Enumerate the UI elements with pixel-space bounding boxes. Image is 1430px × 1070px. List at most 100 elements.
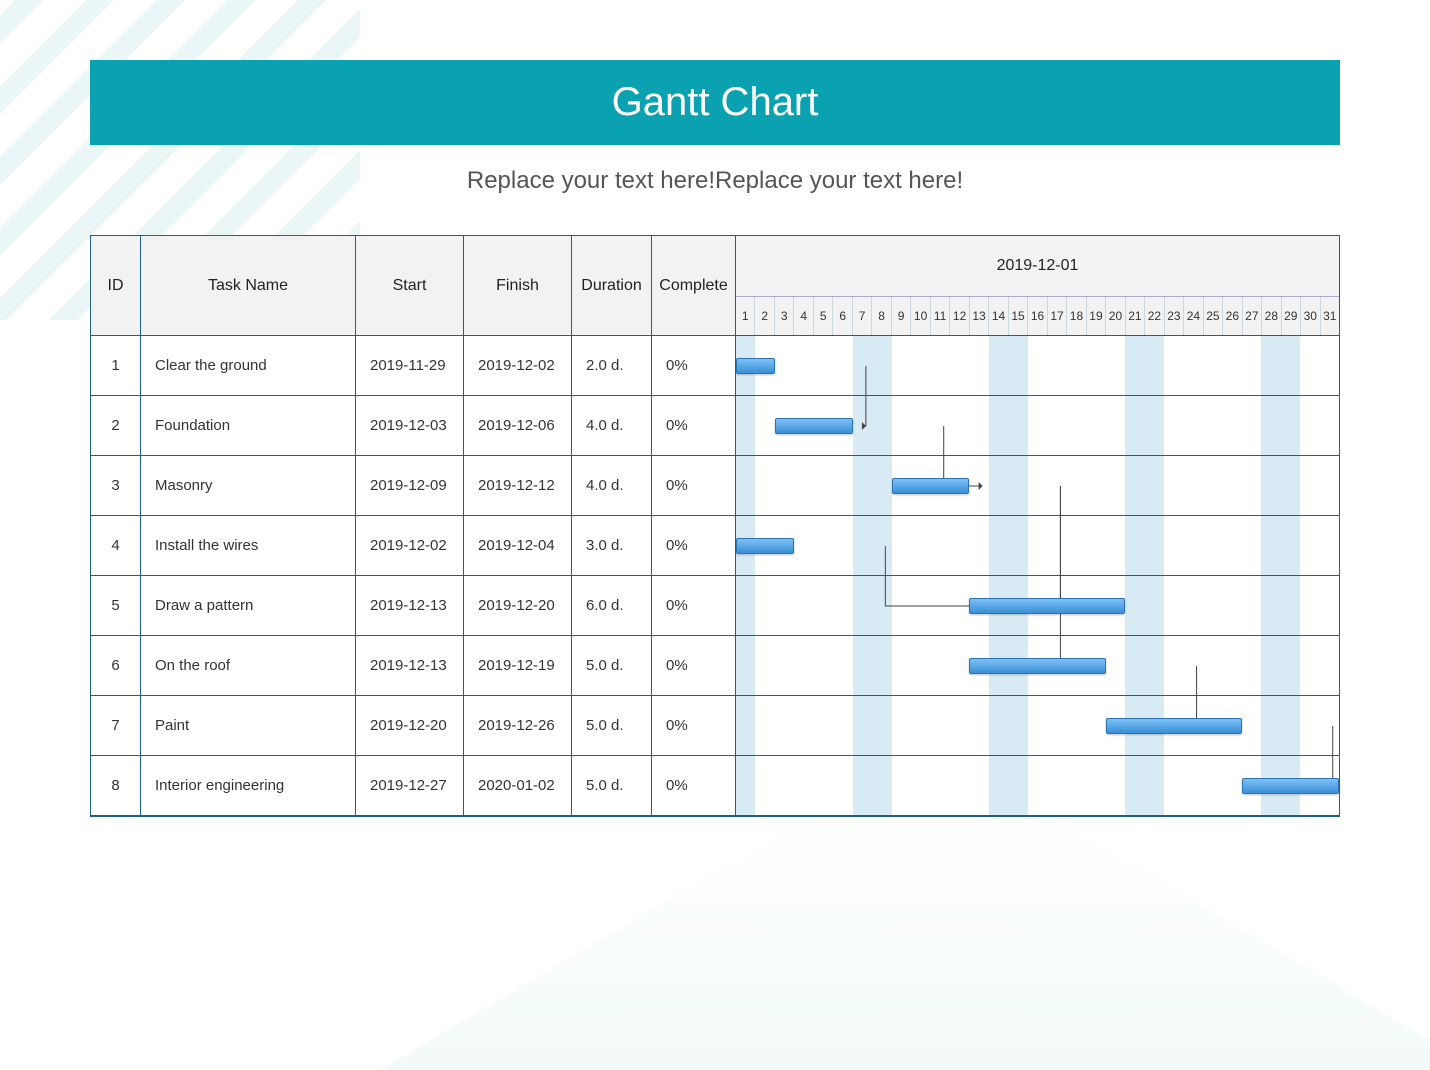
- timeline-day: 7: [852, 297, 871, 335]
- task-row: 4Install the wires2019-12-022019-12-043.…: [91, 516, 1339, 576]
- cell-finish: 2019-12-19: [464, 636, 572, 696]
- cell-task-name: Paint: [141, 696, 356, 756]
- timeline-day: 31: [1320, 297, 1339, 335]
- timeline-day: 18: [1066, 297, 1085, 335]
- gantt-bar[interactable]: [892, 478, 970, 494]
- cell-finish: 2019-12-20: [464, 576, 572, 636]
- header-task: Task Name: [141, 236, 356, 336]
- cell-start: 2019-12-02: [356, 516, 464, 576]
- cell-task-name: Install the wires: [141, 516, 356, 576]
- cell-start: 2019-12-09: [356, 456, 464, 516]
- cell-gantt: [736, 756, 1339, 816]
- task-row: 2Foundation2019-12-032019-12-064.0 d.0%: [91, 396, 1339, 456]
- timeline-day: 5: [813, 297, 832, 335]
- cell-id: 8: [91, 756, 141, 816]
- timeline-day: 1: [736, 297, 754, 335]
- timeline-day: 14: [988, 297, 1007, 335]
- cell-task-name: On the roof: [141, 636, 356, 696]
- cell-complete: 0%: [652, 576, 736, 636]
- timeline-day: 23: [1164, 297, 1183, 335]
- cell-task-name: Foundation: [141, 396, 356, 456]
- cell-complete: 0%: [652, 756, 736, 816]
- gantt-bar[interactable]: [1106, 718, 1242, 734]
- gantt-bar[interactable]: [775, 418, 853, 434]
- timeline-day: 17: [1047, 297, 1066, 335]
- timeline-day: 24: [1183, 297, 1202, 335]
- timeline-day: 19: [1086, 297, 1105, 335]
- cell-start: 2019-12-27: [356, 756, 464, 816]
- cell-gantt: [736, 636, 1339, 696]
- timeline-day: 10: [910, 297, 929, 335]
- task-row: 5Draw a pattern2019-12-132019-12-206.0 d…: [91, 576, 1339, 636]
- cell-duration: 4.0 d.: [572, 396, 652, 456]
- cell-start: 2019-12-13: [356, 576, 464, 636]
- cell-start: 2019-12-13: [356, 636, 464, 696]
- timeline-day: 9: [891, 297, 910, 335]
- gantt-bar[interactable]: [736, 358, 775, 374]
- cell-id: 1: [91, 336, 141, 396]
- task-row: 7Paint2019-12-202019-12-265.0 d.0%: [91, 696, 1339, 756]
- timeline-day: 2: [754, 297, 773, 335]
- gantt-bar[interactable]: [969, 658, 1105, 674]
- timeline-day: 28: [1261, 297, 1280, 335]
- cell-duration: 3.0 d.: [572, 516, 652, 576]
- cell-gantt: [736, 516, 1339, 576]
- timeline-day: 27: [1242, 297, 1261, 335]
- cell-id: 3: [91, 456, 141, 516]
- cell-id: 6: [91, 636, 141, 696]
- timeline-day: 3: [774, 297, 793, 335]
- timeline-day: 16: [1027, 297, 1046, 335]
- header-finish: Finish: [464, 236, 572, 336]
- cell-task-name: Interior engineering: [141, 756, 356, 816]
- timeline-day: 11: [930, 297, 949, 335]
- cell-finish: 2019-12-02: [464, 336, 572, 396]
- cell-duration: 2.0 d.: [572, 336, 652, 396]
- gantt-bar[interactable]: [969, 598, 1125, 614]
- title-bar: Gantt Chart: [90, 60, 1340, 145]
- task-row: 6On the roof2019-12-132019-12-195.0 d.0%: [91, 636, 1339, 696]
- timeline-month-label: 2019-12-01: [736, 236, 1339, 297]
- gantt-bar[interactable]: [1242, 778, 1339, 794]
- subtitle: Replace your text here!Replace your text…: [90, 167, 1340, 195]
- cell-complete: 0%: [652, 396, 736, 456]
- gantt-chart: ID Task Name Start Finish Duration Compl…: [90, 235, 1340, 817]
- cell-id: 4: [91, 516, 141, 576]
- timeline-day: 4: [793, 297, 812, 335]
- cell-duration: 4.0 d.: [572, 456, 652, 516]
- gantt-bar[interactable]: [736, 538, 794, 554]
- cell-duration: 6.0 d.: [572, 576, 652, 636]
- cell-id: 7: [91, 696, 141, 756]
- cell-task-name: Masonry: [141, 456, 356, 516]
- task-row: 8Interior engineering2019-12-272020-01-0…: [91, 756, 1339, 816]
- cell-finish: 2019-12-26: [464, 696, 572, 756]
- header-duration: Duration: [572, 236, 652, 336]
- cell-finish: 2019-12-06: [464, 396, 572, 456]
- timeline-day: 26: [1222, 297, 1241, 335]
- header-id: ID: [91, 236, 141, 336]
- cell-start: 2019-12-20: [356, 696, 464, 756]
- timeline-day: 20: [1105, 297, 1124, 335]
- cell-duration: 5.0 d.: [572, 636, 652, 696]
- task-row: 3Masonry2019-12-092019-12-124.0 d.0%: [91, 456, 1339, 516]
- cell-gantt: [736, 396, 1339, 456]
- cell-finish: 2020-01-02: [464, 756, 572, 816]
- cell-id: 5: [91, 576, 141, 636]
- cell-start: 2019-12-03: [356, 396, 464, 456]
- page: Gantt Chart Replace your text here!Repla…: [0, 0, 1430, 857]
- timeline-day: 15: [1008, 297, 1027, 335]
- cell-finish: 2019-12-12: [464, 456, 572, 516]
- timeline-day: 22: [1144, 297, 1163, 335]
- cell-complete: 0%: [652, 636, 736, 696]
- cell-finish: 2019-12-04: [464, 516, 572, 576]
- timeline-day: 6: [832, 297, 851, 335]
- cell-complete: 0%: [652, 696, 736, 756]
- header-complete: Complete: [652, 236, 736, 336]
- timeline-day-labels: 1234567891011121314151617181920212223242…: [736, 297, 1339, 335]
- cell-complete: 0%: [652, 516, 736, 576]
- cell-start: 2019-11-29: [356, 336, 464, 396]
- timeline-day: 25: [1203, 297, 1222, 335]
- timeline-day: 12: [949, 297, 968, 335]
- timeline-day: 21: [1125, 297, 1144, 335]
- header-row: ID Task Name Start Finish Duration Compl…: [91, 236, 1339, 336]
- cell-task-name: Clear the ground: [141, 336, 356, 396]
